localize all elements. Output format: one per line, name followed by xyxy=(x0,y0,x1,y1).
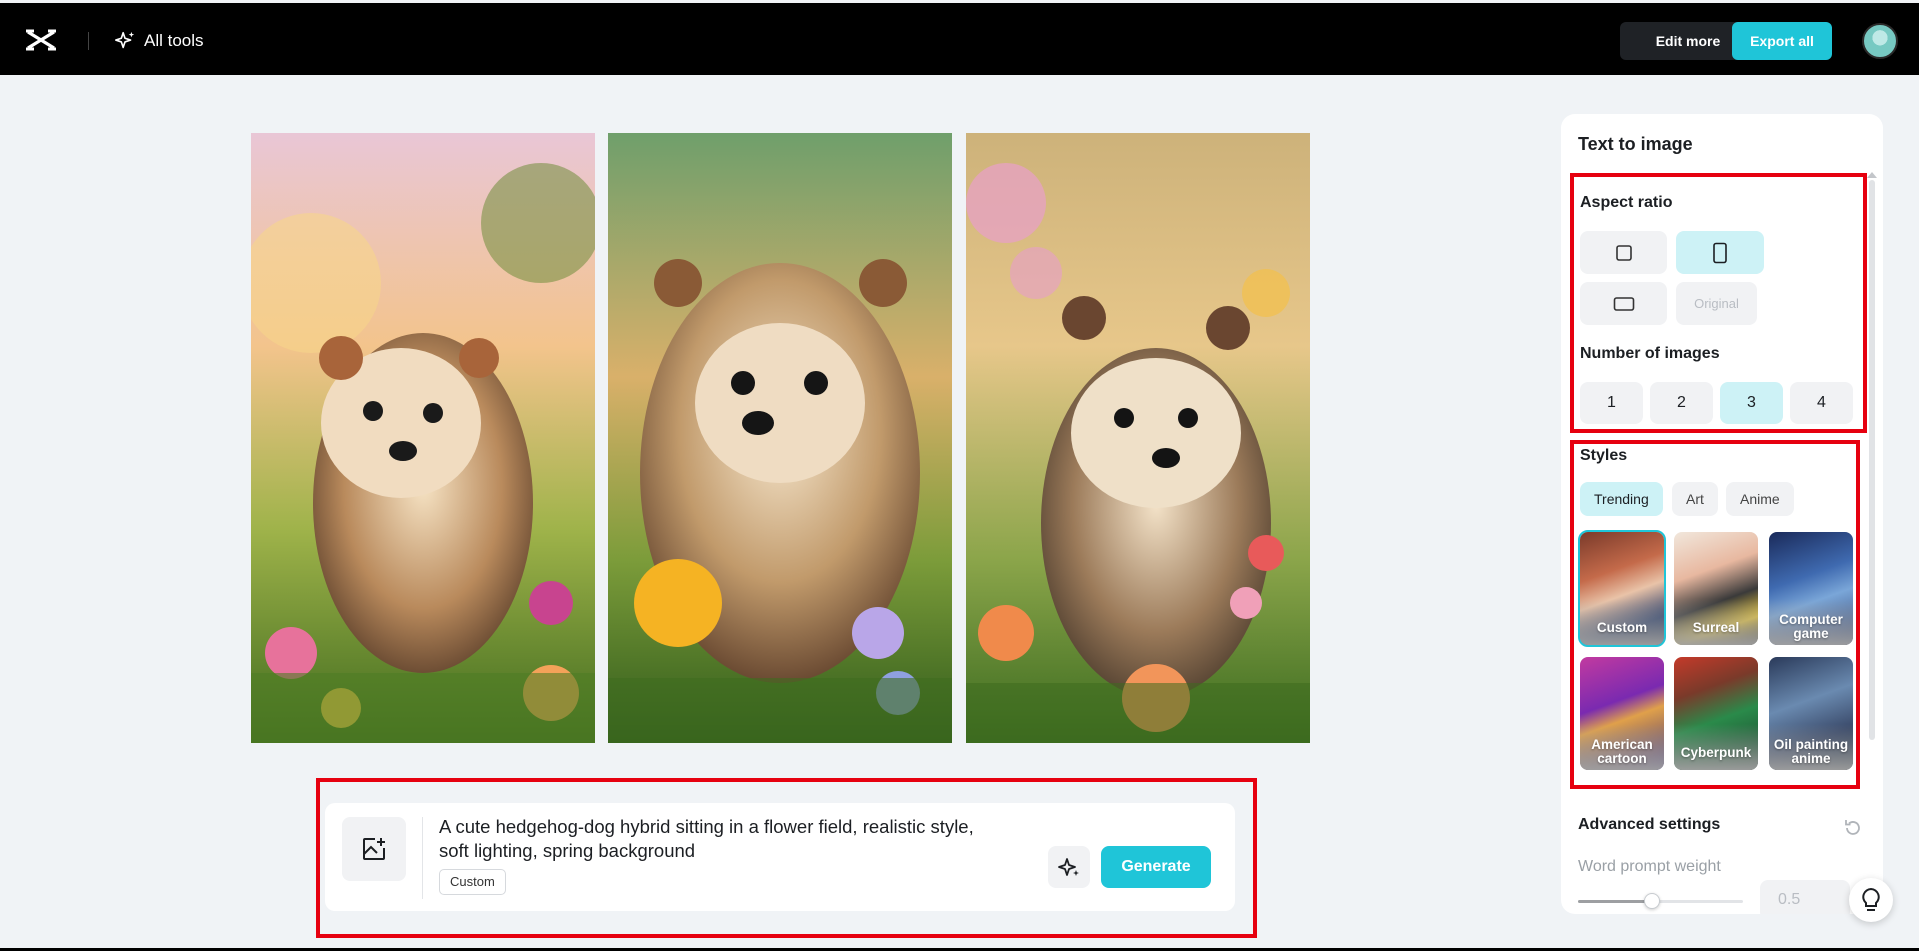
image-upload-button[interactable] xyxy=(342,817,406,881)
prompt-input[interactable]: A cute hedgehog-dog hybrid sitting in a … xyxy=(439,815,999,863)
tab-anime[interactable]: Anime xyxy=(1726,482,1794,516)
style-label: Surreal xyxy=(1692,620,1740,635)
style-card-computer-game[interactable]: Computer game xyxy=(1769,532,1853,645)
magic-sparkle-icon xyxy=(1058,858,1079,876)
avatar[interactable] xyxy=(1862,23,1898,59)
aspect-square-button[interactable] xyxy=(1580,231,1667,274)
style-tag[interactable]: Custom xyxy=(439,869,506,895)
all-tools-button[interactable]: All tools xyxy=(114,27,204,55)
styles-label: Styles xyxy=(1580,447,1628,464)
prompt-enhance-button[interactable] xyxy=(1048,846,1090,888)
style-label: Custom xyxy=(1596,620,1648,635)
lightbulb-icon xyxy=(1862,887,1880,911)
prompt-divider xyxy=(422,817,423,899)
number-option-4[interactable]: 4 xyxy=(1790,382,1853,424)
style-label: Oil painting anime xyxy=(1773,737,1849,766)
word-prompt-weight-slider[interactable] xyxy=(1578,893,1743,909)
tab-trending[interactable]: Trending xyxy=(1580,482,1663,516)
generated-image-3[interactable] xyxy=(966,133,1310,743)
landscape-ratio-icon xyxy=(1613,296,1634,311)
generated-image-2[interactable] xyxy=(608,133,952,743)
sparkle-icon xyxy=(115,31,135,49)
number-option-3[interactable]: 3 xyxy=(1720,382,1783,424)
style-card-american-cartoon[interactable]: American cartoon xyxy=(1580,657,1664,770)
tab-art[interactable]: Art xyxy=(1672,482,1718,516)
portrait-ratio-icon xyxy=(1713,242,1727,263)
number-of-images-label: Number of images xyxy=(1580,345,1720,362)
style-card-cyberpunk[interactable]: Cyberpunk xyxy=(1674,657,1758,770)
capcut-logo-icon[interactable] xyxy=(24,27,58,53)
advanced-settings-label: Advanced settings xyxy=(1578,816,1721,833)
panel-scrollbar[interactable] xyxy=(1869,180,1875,740)
reset-icon[interactable] xyxy=(1842,817,1864,839)
style-label: American cartoon xyxy=(1591,737,1653,766)
aspect-portrait-button[interactable] xyxy=(1676,231,1764,274)
text-to-image-panel: Text to image Aspect ratio Original Numb… xyxy=(1561,114,1883,914)
style-label: Cyberpunk xyxy=(1680,745,1752,760)
export-all-button[interactable]: Export all xyxy=(1732,22,1832,60)
word-prompt-weight-input[interactable]: 0.5 xyxy=(1760,880,1850,914)
style-card-oil-painting-anime[interactable]: Oil painting anime xyxy=(1769,657,1853,770)
word-prompt-weight-label: Word prompt weight xyxy=(1578,858,1721,875)
generate-button[interactable]: Generate xyxy=(1101,846,1211,888)
generated-image-1[interactable] xyxy=(251,133,595,743)
aspect-original-button: Original xyxy=(1676,282,1757,325)
square-ratio-icon xyxy=(1615,244,1632,261)
add-image-icon xyxy=(363,838,385,860)
style-label: Computer game xyxy=(1779,612,1843,641)
panel-title: Text to image xyxy=(1578,134,1693,154)
style-card-custom[interactable]: Custom xyxy=(1578,530,1666,647)
number-option-2[interactable]: 2 xyxy=(1650,382,1713,424)
aspect-ratio-label: Aspect ratio xyxy=(1580,194,1673,211)
prompt-card: A cute hedgehog-dog hybrid sitting in a … xyxy=(325,803,1235,911)
header-divider xyxy=(88,32,89,50)
number-option-1[interactable]: 1 xyxy=(1580,382,1643,424)
slider-thumb[interactable] xyxy=(1644,893,1660,909)
slider-fill xyxy=(1578,900,1652,903)
scroll-up-arrow[interactable] xyxy=(1867,172,1877,178)
aspect-landscape-button[interactable] xyxy=(1580,282,1667,325)
top-bar: All tools Edit more Export all xyxy=(0,3,1919,75)
tips-button[interactable] xyxy=(1849,878,1893,922)
all-tools-label: All tools xyxy=(144,31,204,50)
style-card-surreal[interactable]: Surreal xyxy=(1674,532,1758,645)
